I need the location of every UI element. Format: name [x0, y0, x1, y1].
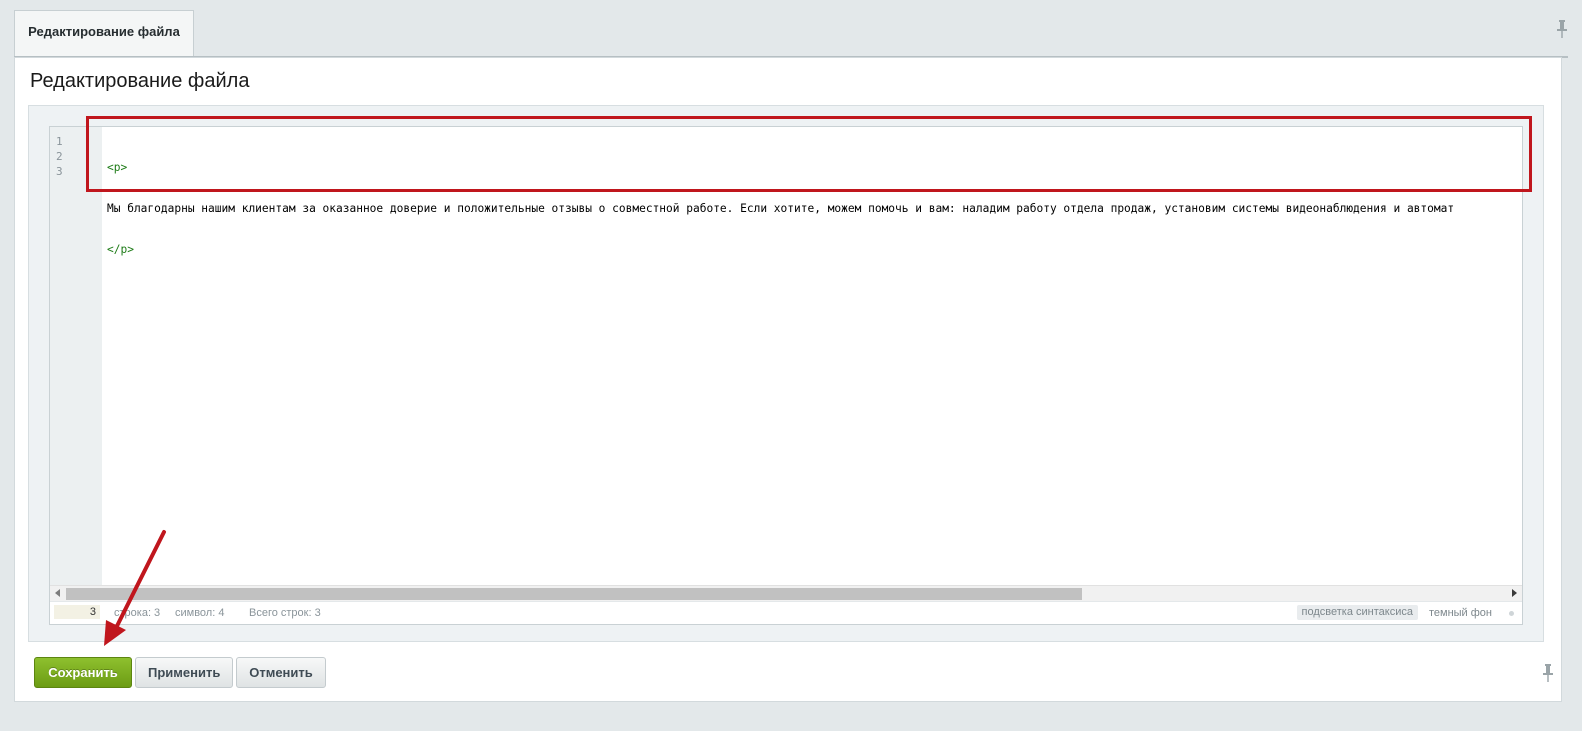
dark-background-toggle[interactable]: темный фон: [1429, 602, 1492, 624]
code-line[interactable]: Мы благодарны нашим клиентам за оказанно…: [107, 201, 1522, 216]
total-lines: Всего строк: 3: [249, 607, 321, 619]
scroll-right-icon[interactable]: [1512, 589, 1517, 597]
line-number: 1: [56, 135, 63, 148]
tab-label: Редактирование файла: [28, 24, 180, 39]
cursor-line: строка: 3: [114, 607, 161, 619]
page-title: Редактирование файла: [30, 70, 250, 92]
scroll-left-icon[interactable]: [55, 589, 60, 597]
editor-statusbar: строка: 3 символ: 4 Всего строк: 3 подсв…: [50, 601, 1522, 624]
save-button[interactable]: Сохранить: [34, 657, 132, 688]
goto-line-input[interactable]: [54, 605, 100, 619]
horizontal-scrollbar[interactable]: [50, 585, 1522, 602]
syntax-highlight-toggle[interactable]: подсветка синтаксиса: [1296, 605, 1418, 620]
main-panel: Редактирование файла 1 2 3 <p> Мы благод…: [14, 57, 1562, 702]
pin-icon[interactable]: [1542, 664, 1554, 682]
code-line[interactable]: </p>: [107, 242, 1522, 257]
editor-frame: 1 2 3 <p> Мы благодарны нашим клиентам з…: [28, 105, 1544, 642]
line-number: 3: [56, 165, 63, 178]
resize-handle-icon[interactable]: [1509, 611, 1514, 616]
cancel-button[interactable]: Отменить: [236, 657, 326, 688]
tab-strip: Редактирование файла: [14, 10, 1568, 58]
code-area[interactable]: <p> Мы благодарны нашим клиентам за оказ…: [107, 134, 1522, 586]
line-gutter: 1 2 3: [50, 127, 102, 586]
code-line[interactable]: <p>: [107, 160, 1522, 175]
pin-icon[interactable]: [1556, 20, 1568, 38]
line-number: 2: [56, 150, 63, 163]
scrollbar-thumb[interactable]: [66, 588, 1082, 600]
apply-button[interactable]: Применить: [135, 657, 233, 688]
cursor-char: символ: 4: [175, 607, 225, 619]
code-editor[interactable]: 1 2 3 <p> Мы благодарны нашим клиентам з…: [49, 126, 1523, 625]
tab-file-editing[interactable]: Редактирование файла: [14, 10, 194, 56]
